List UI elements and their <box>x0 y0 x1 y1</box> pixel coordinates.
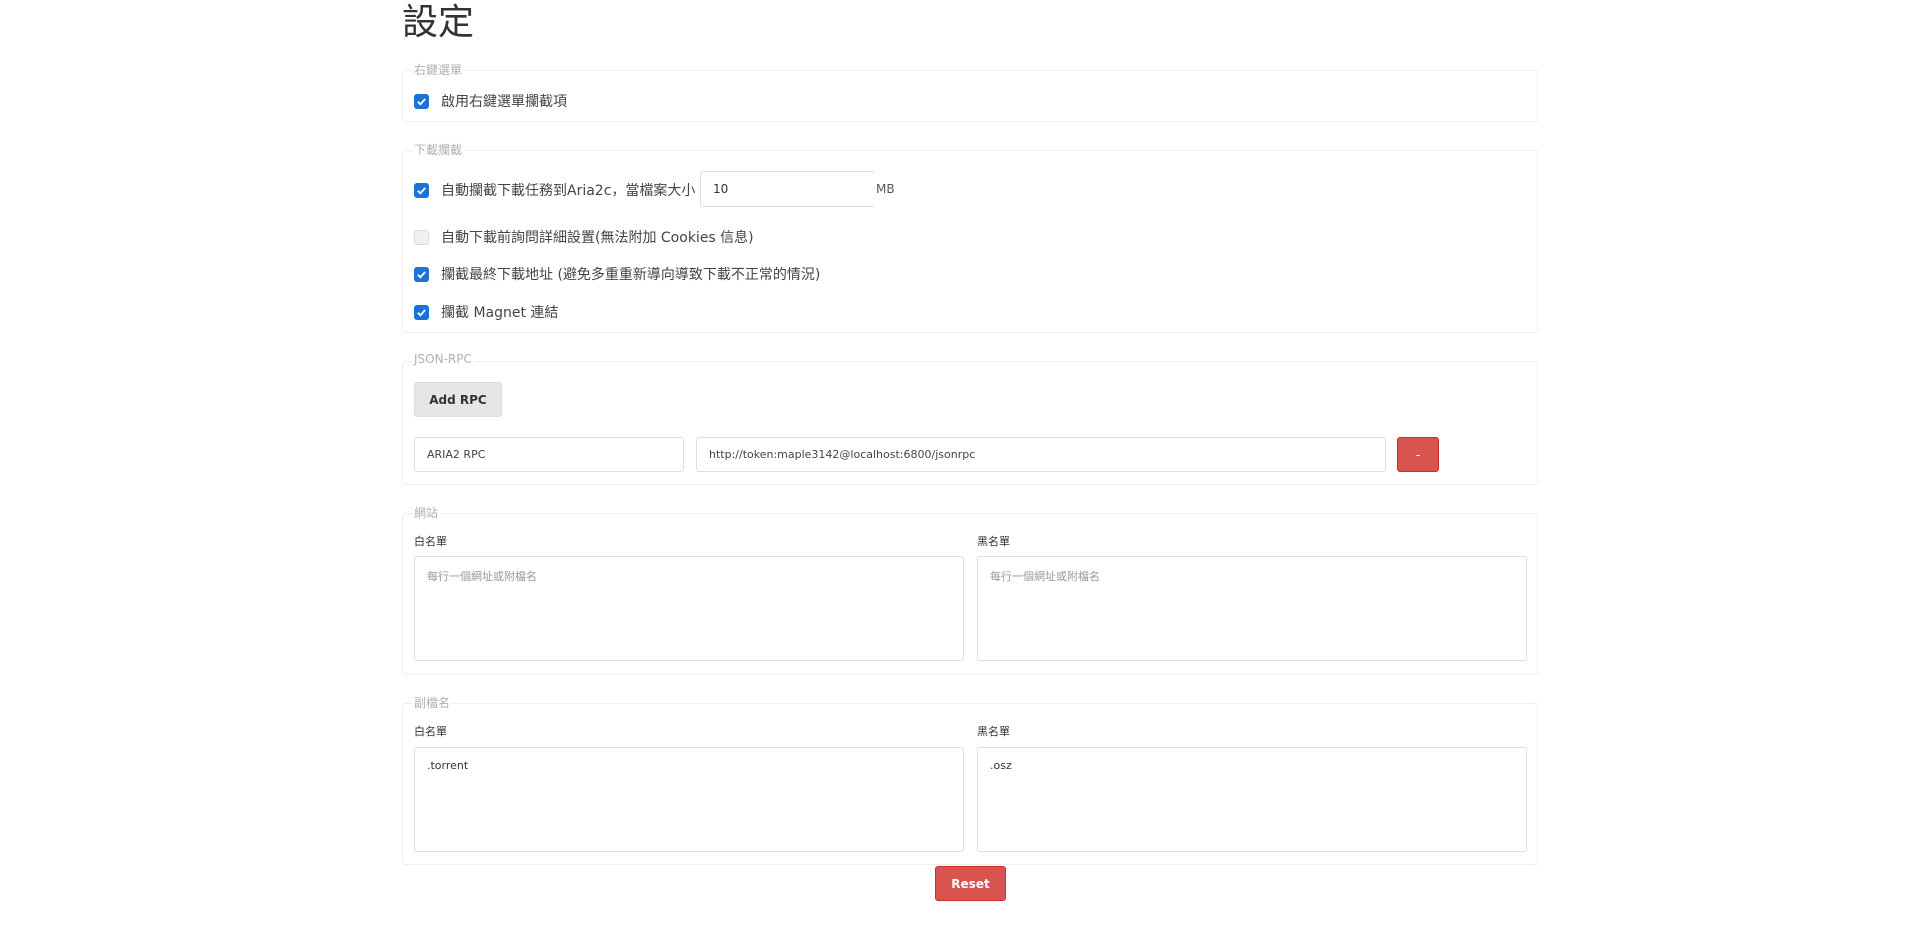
context-menu-section <box>402 70 1538 122</box>
sites-legend: 網站 <box>412 504 441 521</box>
auto-capture-label: 自動攔截下載任務到Aria2c，當檔案大小 ≥ <box>441 183 712 199</box>
extensions-whitelist-value: .torrent <box>427 759 469 772</box>
magnet-checkbox[interactable] <box>414 304 429 320</box>
extensions-whitelist-label: 白名單 <box>414 725 447 738</box>
sites-blacklist-label: 黑名單 <box>977 535 1010 548</box>
enable-context-menu-checkbox[interactable] <box>414 93 429 109</box>
ask-details-label: 自動下載前詢問詳細設置(無法附加 Cookies 信息) <box>441 230 754 246</box>
sites-blacklist-textarea[interactable]: 每行一個網址或附檔名 <box>977 556 1527 661</box>
enable-context-menu-option[interactable]: 啟用右鍵選單攔截項 <box>414 91 567 111</box>
check-icon <box>417 308 426 317</box>
sites-whitelist-textarea[interactable]: 每行一個網址或附檔名 <box>414 556 964 661</box>
remove-rpc-button[interactable]: - <box>1397 437 1439 472</box>
extensions-blacklist-value: .osz <box>990 759 1012 772</box>
rpc-url-input[interactable]: http://token:maple3142@localhost:6800/js… <box>696 437 1386 472</box>
magnet-option[interactable]: 攔截 Magnet 連結 <box>414 302 558 322</box>
final-url-option[interactable]: 攔截最終下載地址 (避免多重重新導向導致下載不正常的情況) <box>414 264 820 284</box>
check-icon <box>417 270 426 279</box>
ask-details-checkbox[interactable] <box>414 229 429 245</box>
enable-context-menu-label: 啟用右鍵選單攔截項 <box>441 94 567 110</box>
final-url-label: 攔截最終下載地址 (避免多重重新導向導致下載不正常的情況) <box>441 267 821 283</box>
extensions-whitelist-textarea[interactable]: .torrent <box>414 747 964 852</box>
extensions-blacklist-textarea[interactable]: .osz <box>977 747 1527 852</box>
check-icon <box>417 186 426 195</box>
sites-whitelist-label: 白名單 <box>414 535 447 548</box>
page-title: 設定 <box>402 2 475 43</box>
auto-capture-option[interactable]: 自動攔截下載任務到Aria2c，當檔案大小 ≥ <box>414 180 712 200</box>
auto-capture-checkbox[interactable] <box>414 182 429 198</box>
download-capture-legend: 下載攔截 <box>412 141 465 158</box>
final-url-checkbox[interactable] <box>414 266 429 282</box>
file-size-threshold-input[interactable]: 10 <box>700 171 874 207</box>
add-rpc-button[interactable]: Add RPC <box>414 382 502 417</box>
ask-details-option[interactable]: 自動下載前詢問詳細設置(無法附加 Cookies 信息) <box>414 227 754 247</box>
extensions-legend: 副檔名 <box>412 694 453 711</box>
context-menu-legend: 右鍵選單 <box>412 61 465 78</box>
check-icon <box>417 97 426 106</box>
magnet-label: 攔截 Magnet 連結 <box>441 305 559 321</box>
json-rpc-legend: JSON-RPC <box>412 352 474 366</box>
rpc-name-input[interactable]: ARIA2 RPC <box>414 437 684 472</box>
reset-button[interactable]: Reset <box>935 866 1006 901</box>
extensions-blacklist-label: 黑名單 <box>977 725 1010 738</box>
sites-whitelist-placeholder: 每行一個網址或附檔名 <box>427 570 537 583</box>
sites-blacklist-placeholder: 每行一個網址或附檔名 <box>990 570 1100 583</box>
file-size-unit: MB <box>876 182 895 196</box>
